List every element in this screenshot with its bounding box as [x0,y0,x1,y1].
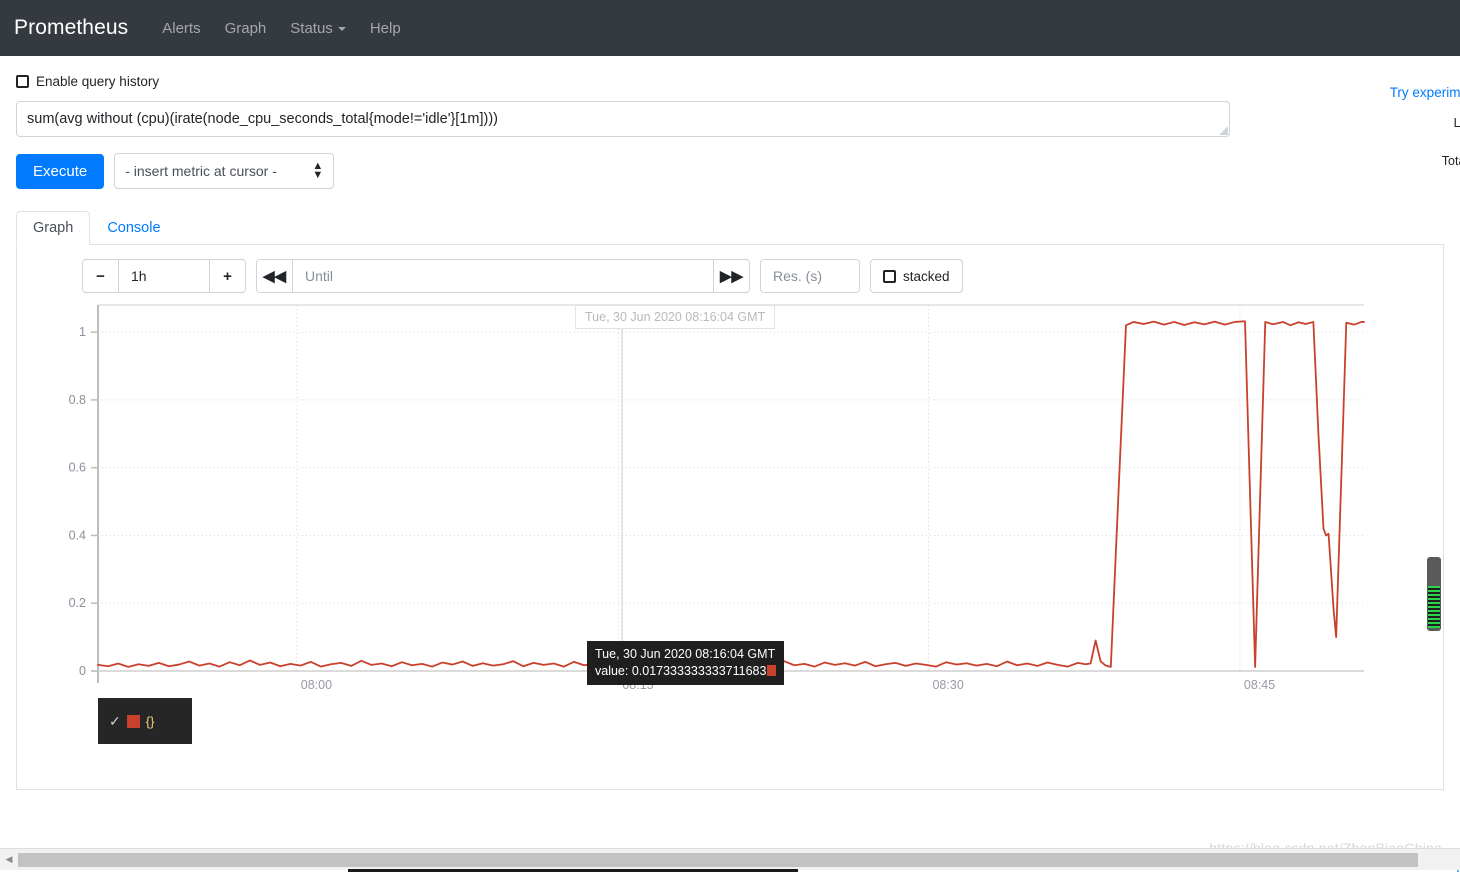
until-control-group: ◀◀ Until ▶▶ [256,259,750,293]
legend-check-icon[interactable]: ✓ [109,713,121,730]
tab-graph[interactable]: Graph [16,211,90,245]
enable-query-history-row[interactable]: Enable query history [16,74,1444,89]
tab-console[interactable]: Console [90,211,177,245]
tooltip-series-swatch [767,665,776,676]
svg-text:08:30: 08:30 [932,678,963,692]
tooltip-value: value: 0.017333333333711683 [595,663,776,680]
load-time: Load time: 49ms [1300,114,1460,133]
chevron-down-icon [338,27,346,31]
meta-panel: Try experimental React UI Load time: 49m… [1300,74,1460,171]
nav-item-graph[interactable]: Graph [213,14,279,43]
svg-text:0.6: 0.6 [69,461,86,475]
scroll-left-arrow-icon[interactable]: ◀ [0,849,18,871]
horizontal-scroll-thumb[interactable] [18,853,1418,867]
nav-item-status-label: Status [290,20,333,37]
svg-text:08:00: 08:00 [301,678,332,692]
range-increase-button[interactable]: + [209,260,245,292]
nav-item-help[interactable]: Help [358,14,413,43]
step-backward-button[interactable]: ◀◀ [257,260,293,292]
range-input[interactable]: 1h [119,260,209,292]
range-decrease-button[interactable]: − [83,260,119,292]
svg-text:0.8: 0.8 [69,393,86,407]
svg-text:1: 1 [79,325,86,339]
react-ui-link[interactable]: Try experimental React UI [1300,85,1460,100]
query-expression-input[interactable]: sum(avg without (cpu)(irate(node_cpu_sec… [16,101,1230,137]
enable-query-history-checkbox[interactable] [16,75,29,88]
scroll-indicator [348,869,798,872]
svg-text:0: 0 [79,664,86,678]
result-tabs: Graph Console [16,207,1444,245]
graph-legend[interactable]: ✓ {} [98,698,192,744]
tooltip-timestamp: Tue, 30 Jun 2020 08:16:04 GMT [595,646,776,663]
legend-series-label[interactable]: {} [146,714,155,729]
nav-item-alerts[interactable]: Alerts [150,14,212,43]
legend-color-swatch [127,715,140,728]
page-content: Try experimental React UI Load time: 49m… [0,74,1460,790]
brand-logo[interactable]: Prometheus [14,16,128,40]
horizontal-scroll-track[interactable] [18,853,1460,867]
resize-grip-icon[interactable] [1219,126,1228,135]
navbar: Prometheus Alerts Graph Status Help [0,0,1460,56]
graph-chart[interactable]: 00.20.40.60.8108:0008:1508:3008:45 Tue, … [17,293,1445,713]
svg-text:0.4: 0.4 [69,528,86,542]
tooltip-value-text: value: 0.017333333333711683 [595,664,766,678]
nav-item-status[interactable]: Status [278,14,358,43]
until-input[interactable]: Until [293,260,713,292]
stacked-toggle[interactable]: stacked [870,259,963,293]
resolution: Resolution: 14s [1300,133,1460,152]
crosshair-time-label: Tue, 30 Jun 2020 08:16:04 GMT [575,305,775,329]
svg-text:08:45: 08:45 [1244,678,1275,692]
resolution-input[interactable]: Res. (s) [760,259,860,293]
stacked-label: stacked [903,269,950,284]
graph-tooltip: Tue, 30 Jun 2020 08:16:04 GMT value: 0.0… [587,641,784,685]
insert-metric-select-value: - insert metric at cursor - [125,163,277,179]
chevron-updown-icon: ▲▼ [312,162,323,180]
range-control-group: − 1h + [82,259,246,293]
enable-query-history-label: Enable query history [36,74,159,89]
page-horizontal-scrollbar[interactable]: ◀ [0,848,1460,870]
stacked-checkbox[interactable] [883,270,896,283]
step-forward-button[interactable]: ▶▶ [713,260,749,292]
execute-button[interactable]: Execute [16,154,104,189]
svg-text:0.2: 0.2 [69,596,86,610]
graph-controls: − 1h + ◀◀ Until ▶▶ Res. (s) stacked [17,245,1443,293]
chart-scrollbar-thumb[interactable] [1428,586,1440,628]
total-time-series: Total time series: 1 [1300,152,1460,171]
graph-panel: − 1h + ◀◀ Until ▶▶ Res. (s) stacked 0 0.2… [16,245,1444,790]
query-expression-value: sum(avg without (cpu)(irate(node_cpu_sec… [27,111,498,127]
insert-metric-select[interactable]: - insert metric at cursor - ▲▼ [114,153,334,189]
query-stats: Load time: 49ms Resolution: 14s Total ti… [1300,114,1460,171]
chart-vertical-scrollbar[interactable] [1427,557,1441,631]
execute-row: Execute - insert metric at cursor - ▲▼ [16,153,1444,189]
